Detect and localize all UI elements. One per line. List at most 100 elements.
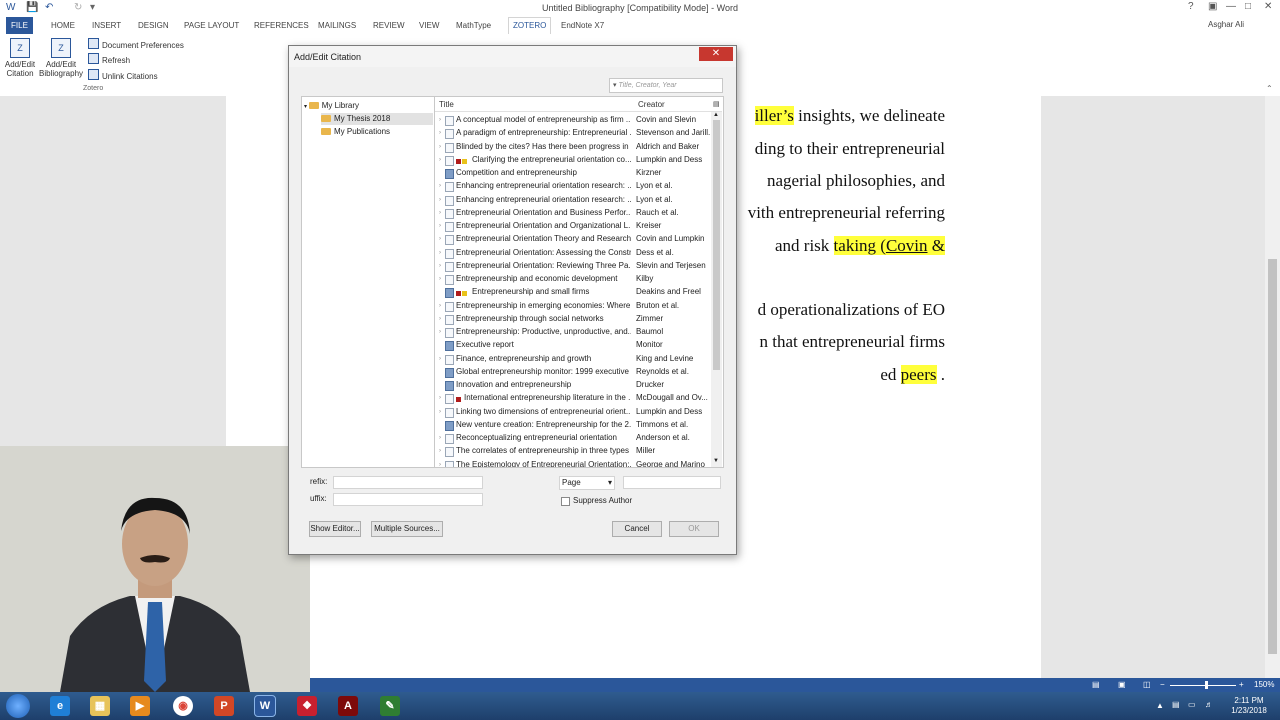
list-item[interactable]: › Clarifying the entrepreneurial orientat…	[435, 154, 711, 167]
read-mode-icon[interactable]: ▤	[1092, 680, 1100, 689]
list-item[interactable]: › A conceptual model of entrepreneurship …	[435, 114, 711, 127]
list-item[interactable]: › Entrepreneurial Orientation: Assessing …	[435, 247, 711, 260]
list-item[interactable]: › The Epistemology of Entrepreneurial Ori…	[435, 459, 711, 468]
acrobat-icon[interactable]: A	[338, 696, 358, 716]
list-item[interactable]: Global entrepreneurship monitor: 1999 ex…	[435, 366, 711, 379]
volume-icon[interactable]: ♬	[1205, 700, 1213, 709]
unlink-citations-button[interactable]: Unlink Citations	[88, 69, 158, 81]
expand-icon[interactable]: ›	[439, 250, 441, 256]
dialog-title-bar[interactable]: Add/Edit Citation ✕	[289, 46, 736, 67]
help-icon[interactable]: ?	[1188, 1, 1194, 12]
expand-icon[interactable]: ›	[439, 303, 441, 309]
zoom-in-icon[interactable]: +	[1239, 680, 1244, 689]
expand-icon[interactable]: ›	[439, 223, 441, 229]
expand-icon[interactable]: ›	[439, 329, 441, 335]
locator-field[interactable]	[623, 476, 721, 489]
list-item[interactable]: › A paradigm of entrepreneurship: Entrepr…	[435, 127, 711, 140]
scroll-down-icon[interactable]: ▼	[713, 458, 719, 464]
vertical-scrollbar[interactable]	[1265, 96, 1280, 678]
tab-design[interactable]: DESIGN	[138, 21, 169, 30]
list-item[interactable]: Executive report Monitor	[435, 339, 711, 352]
expand-icon[interactable]: ›	[439, 316, 441, 322]
scroll-up-icon[interactable]: ▲	[713, 112, 719, 118]
list-item[interactable]: › Entrepreneurial Orientation Theory and …	[435, 233, 711, 246]
tab-view[interactable]: VIEW	[419, 21, 439, 30]
expand-icon[interactable]: ›	[439, 130, 441, 136]
tab-endnote[interactable]: EndNote X7	[561, 21, 604, 30]
column-header-creator[interactable]: Creator	[638, 100, 665, 109]
column-header-title[interactable]: Title	[439, 100, 454, 109]
list-item[interactable]: › International entrepreneurship literatu…	[435, 392, 711, 405]
tab-mathtype[interactable]: MathType	[456, 21, 491, 30]
column-picker-icon[interactable]: ▤	[713, 100, 720, 108]
list-item[interactable]: › Blinded by the cites? Has there been pr…	[435, 141, 711, 154]
list-item[interactable]: › Entrepreneurship in emerging economies:…	[435, 300, 711, 313]
list-item[interactable]: › Entrepreneurial Orientation: Reviewing …	[435, 260, 711, 273]
prefix-field[interactable]	[333, 476, 483, 489]
ribbon-display-icon[interactable]: ▣	[1208, 1, 1217, 12]
maximize-icon[interactable]: □	[1245, 1, 1251, 12]
tab-review[interactable]: REVIEW	[373, 21, 405, 30]
items-scrollbar-thumb[interactable]	[713, 120, 720, 370]
show-editor-button[interactable]: Show Editor...	[309, 521, 361, 537]
multiple-sources-button[interactable]: Multiple Sources...	[371, 521, 443, 537]
print-layout-icon[interactable]: ▣	[1118, 680, 1126, 689]
add-edit-citation-button[interactable]: Z Add/Edit Citation	[2, 38, 38, 78]
zoom-level[interactable]: 150%	[1254, 680, 1274, 689]
zoom-out-icon[interactable]: −	[1160, 680, 1165, 689]
list-item[interactable]: Competition and entrepreneurship Kirzner	[435, 167, 711, 180]
tab-file[interactable]: FILE	[6, 17, 33, 34]
chrome-icon[interactable]: ◉	[173, 696, 193, 716]
list-item[interactable]: › Linking two dimensions of entrepreneuri…	[435, 406, 711, 419]
refresh-button[interactable]: Refresh	[88, 53, 130, 65]
list-item[interactable]: › Enhancing entrepreneurial orientation r…	[435, 180, 711, 193]
expand-icon[interactable]: ›	[439, 448, 441, 454]
expand-icon[interactable]: ›	[439, 435, 441, 441]
tab-mailings[interactable]: MAILINGS	[318, 21, 356, 30]
locator-select[interactable]: Page ▾	[559, 476, 615, 490]
tab-insert[interactable]: INSERT	[92, 21, 121, 30]
suppress-author-checkbox[interactable]	[561, 497, 570, 506]
expand-icon[interactable]: ›	[439, 236, 441, 242]
tab-zotero[interactable]: ZOTERO	[508, 17, 552, 34]
word-icon[interactable]: W	[254, 695, 276, 717]
clock[interactable]: 2:11 PM 1/23/2018	[1224, 696, 1274, 716]
minimize-icon[interactable]: —	[1226, 1, 1236, 12]
zoom-slider[interactable]	[1170, 685, 1236, 686]
list-item[interactable]: New venture creation: Entrepreneurship f…	[435, 419, 711, 432]
start-button-icon[interactable]	[6, 694, 30, 718]
list-item[interactable]: › Entrepreneurial Orientation and Organiz…	[435, 220, 711, 233]
add-edit-bibliography-button[interactable]: Z Add/Edit Bibliography	[38, 38, 84, 78]
zoom-slider-thumb[interactable]	[1205, 681, 1208, 689]
collapse-ribbon-icon[interactable]: ⌃	[1266, 84, 1273, 93]
user-name[interactable]: Asghar Ali	[1208, 20, 1244, 29]
expand-icon[interactable]: ›	[439, 395, 441, 401]
list-item[interactable]: › Reconceptualizing entrepreneurial orien…	[435, 432, 711, 445]
tab-home[interactable]: HOME	[51, 21, 75, 30]
expand-icon[interactable]: ›	[439, 210, 441, 216]
expand-icon[interactable]: ›	[439, 356, 441, 362]
expand-icon[interactable]: ›	[439, 197, 441, 203]
show-hidden-icons-icon[interactable]: ▲	[1156, 701, 1164, 710]
search-input[interactable]: ▾ Title, Creator, Year	[609, 78, 723, 93]
expand-icon[interactable]: ›	[439, 144, 441, 150]
media-player-icon[interactable]: ▶	[130, 696, 150, 716]
network-icon[interactable]: ▤	[1172, 700, 1180, 709]
expand-icon[interactable]: ›	[439, 157, 441, 163]
internet-explorer-icon[interactable]: e	[50, 696, 70, 716]
ok-button[interactable]: OK	[669, 521, 719, 537]
scrollbar-thumb[interactable]	[1268, 259, 1277, 654]
list-item[interactable]: Innovation and entrepreneurship Drucker	[435, 379, 711, 392]
tree-item-my-thesis-2018[interactable]: My Thesis 2018	[321, 113, 433, 125]
cancel-button[interactable]: Cancel	[612, 521, 662, 537]
list-item[interactable]: › Finance, entrepreneurship and growth Kin…	[435, 353, 711, 366]
close-icon[interactable]: ✕	[1264, 1, 1272, 12]
expand-icon[interactable]: ›	[439, 183, 441, 189]
tree-item-my-library[interactable]: ▾ My Library	[304, 100, 433, 112]
battery-icon[interactable]: ▭	[1188, 700, 1196, 709]
powerpoint-icon[interactable]: P	[214, 696, 234, 716]
items-scrollbar[interactable]: ▲ ▼	[711, 112, 722, 467]
notepad-icon[interactable]: ✎	[380, 696, 400, 716]
expand-icon[interactable]: ›	[439, 409, 441, 415]
expand-icon[interactable]: ›	[439, 462, 441, 468]
